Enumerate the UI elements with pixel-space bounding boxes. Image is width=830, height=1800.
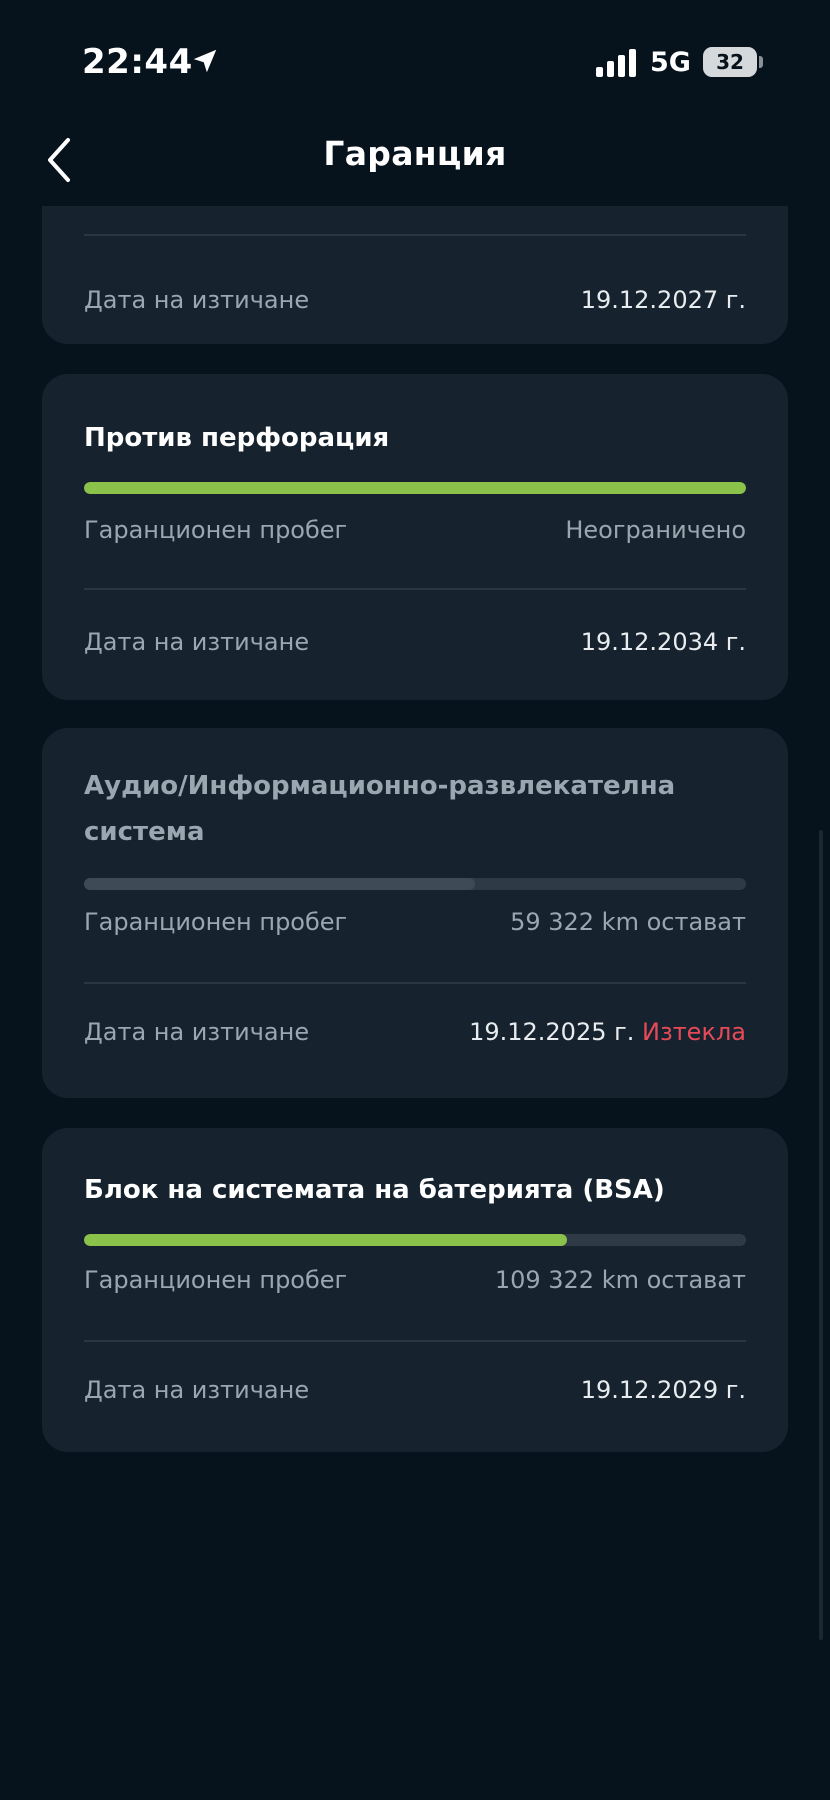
card-title: Против перфорация <box>84 423 390 453</box>
expiry-label: Дата на изтичане <box>84 1376 310 1404</box>
expired-status: Изтекла <box>641 1018 746 1046</box>
warranty-card-previous: Дата на изтичане 19.12.2027 г. <box>42 206 788 344</box>
card-divider <box>84 982 746 984</box>
expiry-value: 19.12.2034 г. <box>580 628 746 656</box>
warranty-card-anti-perforation[interactable]: Против перфорация Гаранционен пробег Нео… <box>42 374 788 700</box>
mileage-row: Гаранционен пробег 109 322 km остават <box>84 1260 746 1300</box>
warranty-card-audio-infotainment[interactable]: Аудио/Информационно-развлекателна систем… <box>42 728 788 1098</box>
battery-level: 32 <box>716 50 744 74</box>
card-title-line-2: система <box>84 817 205 847</box>
mileage-row: Гаранционен пробег Неограничено <box>84 510 746 550</box>
battery-icon: 32 <box>703 47 757 77</box>
warranty-screen: 22:44 5G 32 Гаранция Дата на изтичане 19… <box>0 0 830 1800</box>
card-divider <box>84 588 746 590</box>
progress-fill <box>84 482 746 494</box>
progress-fill <box>84 878 475 890</box>
expiry-value: 19.12.2027 г. <box>580 286 746 314</box>
warranty-card-battery-system[interactable]: Блок на системата на батерията (BSA) Гар… <box>42 1128 788 1452</box>
mileage-value: 109 322 km остават <box>494 1266 746 1294</box>
mileage-label: Гаранционен пробег <box>84 516 348 544</box>
expiry-value: 19.12.2025 г. <box>469 1018 635 1046</box>
mileage-label: Гаранционен пробег <box>84 1266 348 1294</box>
expiry-value-group: 19.12.2025 г. Изтекла <box>469 1018 746 1046</box>
expiry-label: Дата на изтичане <box>84 286 310 314</box>
mileage-value: 59 322 km остават <box>510 908 746 936</box>
expiry-row: Дата на изтичане 19.12.2027 г. <box>84 280 746 320</box>
mileage-progress-bar <box>84 1234 746 1246</box>
mileage-progress-bar <box>84 482 746 494</box>
mileage-row: Гаранционен пробег 59 322 km остават <box>84 902 746 942</box>
cellular-signal-icon <box>596 49 636 77</box>
card-divider <box>84 1340 746 1342</box>
expiry-row: Дата на изтичане 19.12.2034 г. <box>84 622 746 662</box>
scroll-indicator[interactable] <box>819 830 823 1640</box>
battery-tip <box>759 56 763 68</box>
location-arrow-icon <box>193 49 217 73</box>
expiry-value: 19.12.2029 г. <box>580 1376 746 1404</box>
mileage-progress-bar <box>84 878 746 890</box>
warranty-list[interactable]: Дата на изтичане 19.12.2027 г. Против пе… <box>0 206 830 1800</box>
mileage-value: Неограничено <box>565 516 746 544</box>
status-time: 22:44 <box>82 42 193 82</box>
expiry-label: Дата на изтичане <box>84 628 310 656</box>
card-title: Блок на системата на батерията (BSA) <box>84 1175 665 1205</box>
network-type: 5G <box>650 47 691 78</box>
back-chevron-icon[interactable] <box>38 134 86 186</box>
mileage-label: Гаранционен пробег <box>84 908 348 936</box>
card-title-line-1: Аудио/Информационно-развлекателна <box>84 771 676 801</box>
page-title: Гаранция <box>323 134 507 173</box>
expiry-row: Дата на изтичане 19.12.2025 г. Изтекла <box>84 1012 746 1052</box>
nav-header: Гаранция <box>0 110 830 210</box>
status-bar: 22:44 5G 32 <box>0 0 830 110</box>
progress-fill <box>84 1234 568 1246</box>
expiry-label: Дата на изтичане <box>84 1018 310 1046</box>
expiry-row: Дата на изтичане 19.12.2029 г. <box>84 1370 746 1410</box>
card-divider <box>84 234 746 236</box>
